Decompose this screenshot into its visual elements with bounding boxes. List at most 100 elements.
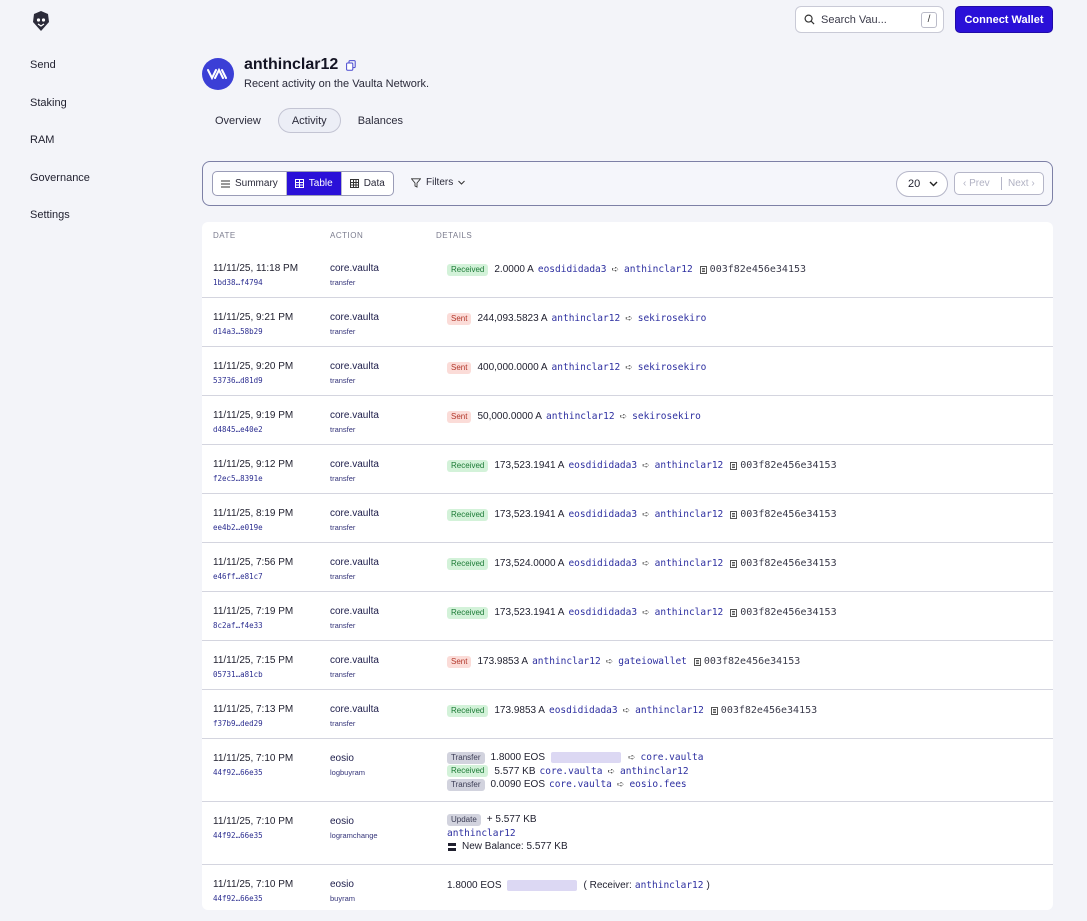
from-account-link[interactable]: core.vaulta bbox=[549, 779, 612, 790]
table-row: 11/11/25, 7:15 PM 05731…a81cb core.vaulta t… bbox=[202, 641, 1053, 690]
account-link[interactable]: anthinclar12 bbox=[447, 828, 516, 839]
row-date: 11/11/25, 9:21 PM bbox=[213, 312, 294, 323]
transaction-id-link[interactable]: d4845…e40e2 bbox=[213, 425, 263, 434]
vaulta-logo-icon[interactable] bbox=[30, 10, 52, 32]
to-account-link[interactable]: anthinclar12 bbox=[620, 766, 689, 777]
transaction-id-link[interactable]: 8c2af…f4e33 bbox=[213, 621, 263, 630]
copy-icon[interactable] bbox=[346, 60, 356, 71]
page-size-select[interactable]: 20 bbox=[896, 171, 948, 197]
tab-balances[interactable]: Balances bbox=[345, 108, 416, 133]
from-account-link[interactable]: eosdididada3 bbox=[568, 558, 637, 569]
amount: 173,523.1941 A bbox=[494, 607, 565, 619]
to-account-link[interactable]: sekirosekiro bbox=[632, 411, 701, 422]
contract-link[interactable]: core.vaulta bbox=[330, 508, 379, 519]
action-name: transfer bbox=[330, 572, 356, 581]
to-account-link[interactable]: anthinclar12 bbox=[655, 558, 724, 569]
row-date: 11/11/25, 8:19 PM bbox=[213, 508, 294, 519]
to-account-link[interactable]: anthinclar12 bbox=[655, 460, 724, 471]
search-input[interactable] bbox=[821, 13, 917, 26]
filters-button[interactable]: Filters bbox=[411, 177, 470, 188]
search-box[interactable]: / bbox=[795, 6, 944, 33]
to-account-link[interactable]: anthinclar12 bbox=[635, 705, 704, 716]
row-details: Sent 173.9853 Aanthinclar12 ➪ gateiowallet 0… bbox=[447, 655, 800, 669]
contract-link[interactable]: core.vaulta bbox=[330, 312, 379, 323]
receiver-account-link[interactable]: anthinclar12 bbox=[635, 880, 704, 891]
memo-icon bbox=[730, 559, 738, 568]
contract-link[interactable]: core.vaulta bbox=[330, 655, 379, 666]
transaction-id-link[interactable]: 44f92…66e35 bbox=[213, 894, 263, 903]
from-account-link[interactable]: anthinclar12 bbox=[552, 362, 621, 373]
arrow-right-icon: ➪ bbox=[607, 765, 615, 776]
from-account-link[interactable]: eosdididada3 bbox=[538, 264, 607, 275]
from-account-link[interactable]: eosdididada3 bbox=[549, 705, 618, 716]
sidebar-item-staking[interactable]: Staking bbox=[30, 94, 90, 132]
action-name: transfer bbox=[330, 719, 356, 728]
connect-wallet-button[interactable]: Connect Wallet bbox=[955, 6, 1053, 33]
tab-overview[interactable]: Overview bbox=[202, 108, 274, 133]
transaction-id-link[interactable]: ee4b2…e019e bbox=[213, 523, 263, 532]
sidebar-item-send[interactable]: Send bbox=[30, 56, 90, 94]
to-account-link[interactable]: gateiowallet bbox=[618, 656, 687, 667]
row-date: 11/11/25, 7:15 PM bbox=[213, 655, 294, 666]
transaction-id-link[interactable]: f37b9…ded29 bbox=[213, 719, 263, 728]
view-summary-button[interactable]: Summary bbox=[213, 172, 287, 195]
to-account-link[interactable]: core.vaulta bbox=[641, 752, 704, 763]
contract-link[interactable]: eosio bbox=[330, 879, 354, 890]
sidebar-item-settings[interactable]: Settings bbox=[30, 206, 90, 244]
view-summary-label: Summary bbox=[235, 178, 278, 189]
row-details: Received 173.9853 A eosdididada3 ➪ anthincla… bbox=[447, 704, 817, 718]
from-account-link[interactable]: eosdididada3 bbox=[568, 509, 637, 520]
transaction-id-link[interactable]: 05731…a81cb bbox=[213, 670, 263, 679]
transaction-id-link[interactable]: 53736…d81d9 bbox=[213, 376, 263, 385]
transaction-id-link[interactable]: d14a3…58b29 bbox=[213, 327, 263, 336]
table-row: 11/11/25, 9:19 PM d4845…e40e2 core.vaulta t… bbox=[202, 396, 1053, 445]
from-account-link[interactable]: core.vaulta bbox=[540, 766, 603, 777]
contract-link[interactable]: core.vaulta bbox=[330, 606, 379, 617]
transaction-id-link[interactable]: e46ff…e81c7 bbox=[213, 572, 263, 581]
transaction-id-link[interactable]: 44f92…66e35 bbox=[213, 831, 263, 840]
received-badge: Received bbox=[447, 508, 489, 521]
chevron-down-icon bbox=[458, 180, 466, 185]
row-date: 11/11/25, 9:12 PM bbox=[213, 459, 294, 470]
sidebar-nav: Send Staking RAM Governance Settings bbox=[30, 56, 90, 244]
to-account-link[interactable]: sekirosekiro bbox=[638, 362, 707, 373]
detail-line: Sent 244,093.5823 A anthinclar12 ➪ sekirosek… bbox=[447, 312, 710, 326]
sidebar-item-governance[interactable]: Governance bbox=[30, 169, 90, 207]
from-account-link[interactable]: eosdididada3 bbox=[568, 607, 637, 618]
contract-link[interactable]: eosio bbox=[330, 753, 354, 764]
to-account-link[interactable]: anthinclar12 bbox=[655, 607, 724, 618]
next-page-label: Next bbox=[1008, 178, 1029, 189]
contract-link[interactable]: eosio bbox=[330, 816, 354, 827]
contract-link[interactable]: core.vaulta bbox=[330, 557, 379, 568]
view-table-button[interactable]: Table bbox=[286, 172, 342, 195]
table-row: 11/11/25, 8:19 PM ee4b2…e019e core.vaulta t… bbox=[202, 494, 1053, 543]
contract-link[interactable]: core.vaulta bbox=[330, 459, 379, 470]
from-account-link[interactable]: anthinclar12 bbox=[546, 411, 615, 422]
from-account-link[interactable]: anthinclar12 bbox=[532, 656, 601, 667]
to-account-link[interactable]: sekirosekiro bbox=[638, 313, 707, 324]
contract-link[interactable]: core.vaulta bbox=[330, 410, 379, 421]
table-row: 11/11/25, 7:10 PM 44f92…66e35 eosio buyr… bbox=[202, 865, 1053, 910]
transaction-id-link[interactable]: f2ec5…8391e bbox=[213, 474, 263, 483]
from-account-link[interactable]: anthinclar12 bbox=[552, 313, 621, 324]
view-data-button[interactable]: Data bbox=[342, 172, 393, 195]
contract-link[interactable]: core.vaulta bbox=[330, 704, 379, 715]
transaction-id-link[interactable]: 1bd38…f4794 bbox=[213, 278, 263, 287]
new-balance: New Balance: 5.577 KB bbox=[462, 841, 568, 853]
arrow-right-icon: ➪ bbox=[642, 607, 650, 618]
action-name: logbuyram bbox=[330, 768, 366, 777]
next-page-button[interactable]: Next › bbox=[1002, 178, 1035, 189]
detail-line: Sent 50,000.0000 A anthinclar12 ➪ sekiroseki… bbox=[447, 410, 705, 424]
prev-page-button[interactable]: ‹ Prev bbox=[955, 178, 1001, 189]
contract-link[interactable]: core.vaulta bbox=[330, 263, 379, 274]
to-account-link[interactable]: eosio.fees bbox=[629, 779, 686, 790]
received-badge: Received bbox=[447, 459, 489, 472]
contract-link[interactable]: core.vaulta bbox=[330, 361, 379, 372]
sidebar-item-ram[interactable]: RAM bbox=[30, 131, 90, 169]
transaction-id-link[interactable]: 44f92…66e35 bbox=[213, 768, 263, 777]
from-account-link[interactable]: eosdididada3 bbox=[568, 460, 637, 471]
to-account-link[interactable]: anthinclar12 bbox=[655, 509, 724, 520]
amount: 2.0000 A bbox=[494, 264, 534, 276]
to-account-link[interactable]: anthinclar12 bbox=[624, 264, 693, 275]
tab-activity[interactable]: Activity bbox=[277, 108, 341, 133]
